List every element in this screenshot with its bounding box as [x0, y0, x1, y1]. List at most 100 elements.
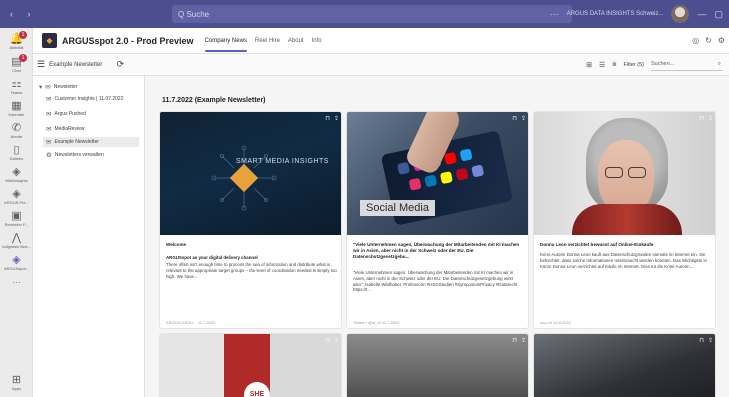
refresh-icon[interactable]: ↻ [705, 36, 712, 45]
maximize-icon[interactable]: ▢ [714, 9, 723, 20]
avatar[interactable] [671, 5, 690, 23]
rail-item-calls[interactable]: ✆ Anrufe [0, 122, 33, 139]
rail-item-chat[interactable]: ▤ 1 Chat [0, 54, 33, 73]
tab-company-news[interactable]: Company News [201, 28, 251, 54]
card-image[interactable]: ⊓ ⇪ [534, 334, 715, 397]
newsletter-selector[interactable]: Example Newsletter [49, 62, 102, 68]
rail-item-files[interactable]: ▯ Dateien [0, 144, 33, 161]
rail-item-tasks[interactable]: ⋀ Aufgaben Bea... [0, 232, 33, 249]
sync-icon[interactable]: ⟳ [116, 59, 124, 70]
rail-item-activity[interactable]: 🔔 1 Aktivität [0, 31, 33, 50]
share-icon[interactable]: ⇪ [521, 337, 526, 344]
more-apps-icon[interactable]: ··· [0, 278, 33, 287]
diamond-icon: ◈ [12, 166, 21, 178]
search-icon[interactable]: ⌕ [718, 61, 721, 68]
header-icons: ◎ ↻ ⚙ [692, 36, 725, 45]
card-title[interactable]: Donna Leon verzichtet bewusst auf Online… [540, 242, 711, 248]
search-field[interactable]: Suchen... ⌕ [651, 58, 723, 71]
tab-info[interactable]: Info [308, 28, 326, 54]
file-icon: ▯ [13, 144, 20, 156]
rail-item-calendar[interactable]: ▦ Kalender [0, 100, 33, 117]
card-image[interactable]: ⊓ ⇪ SHE [160, 334, 341, 397]
popout-icon[interactable]: ◎ [692, 36, 699, 45]
filter-button[interactable]: Filter (5) [624, 62, 644, 68]
tree-label: Argus Pushed [54, 111, 86, 117]
diamond-icon: ◈ [12, 188, 21, 200]
news-card[interactable]: ⊓ ⇪ [533, 333, 716, 397]
tab-about[interactable]: About [284, 28, 308, 54]
list-view-icon[interactable]: ☰ [599, 61, 605, 69]
rail-label: ARGUSspot... [3, 266, 30, 271]
image-caption: Social Media [360, 200, 435, 216]
share-icon[interactable]: ⇪ [334, 115, 339, 122]
bookmark-icon[interactable]: ⊓ [325, 115, 330, 122]
card-title[interactable]: "Viele Unternehmen sagen, Überwachung de… [353, 242, 524, 260]
global-search-input[interactable]: Q Suche [178, 10, 209, 19]
card-text: Krimi-Autorin Donna Leon kauft aus Daten… [540, 252, 707, 269]
card-title[interactable]: Welcome [166, 242, 337, 248]
bookmark-icon[interactable]: ⊓ [512, 115, 517, 122]
calendar-icon: ▦ [11, 100, 22, 112]
tree-root-newsletter[interactable]: ▾ ✉ Newsletter [39, 82, 77, 92]
share-icon[interactable]: ⇪ [521, 115, 526, 122]
toolbar: ☰ Example Newsletter ⟳ ⊞ ☰ ⩸ Filter (5) … [33, 54, 729, 76]
search-input[interactable]: Suchen... [651, 61, 674, 67]
chat-icon: ▤ [11, 56, 22, 68]
chevron-down-icon[interactable]: ▾ [39, 83, 42, 91]
grid-view-icon[interactable]: ⊞ [586, 61, 592, 69]
mail-icon: ✉ [46, 96, 52, 103]
share-icon[interactable]: ⇪ [708, 115, 713, 122]
more-options-icon[interactable]: ··· [550, 9, 559, 19]
toolbar-right: ⊞ ☰ ⩸ Filter (5) Suchen... ⌕ [586, 58, 723, 71]
share-icon[interactable]: ⇪ [708, 337, 713, 344]
rail-item-apps[interactable]: ⊞ Apps [0, 374, 33, 391]
app-tile [439, 171, 453, 185]
news-card[interactable]: ⊓ ⇪ SMART MEDIA INSIGHTS Welcome ARGUSsp… [159, 111, 342, 329]
card-image[interactable]: ⊓ ⇪ Social Media [347, 112, 528, 235]
tree-item-manage-newsletters[interactable]: ⚙ Newsletters verwalten [46, 150, 104, 160]
rail-item-argus-pre[interactable]: ◈ ARGUS Pre... [0, 188, 33, 205]
news-card[interactable]: ⊓ ⇪ [346, 333, 529, 397]
app-tile [443, 151, 458, 165]
settings-icon[interactable]: ⚙ [718, 36, 725, 45]
newsletter-content: 11.7.2022 (Example Newsletter) ⊓ ⇪ SMART… [146, 76, 729, 397]
rail-item-teams[interactable]: ⚏ Teams [0, 78, 33, 95]
filter-icon[interactable]: ⩸ [612, 61, 616, 69]
global-search-bar[interactable]: Q Suche [172, 5, 572, 23]
tree-item-example-newsletter[interactable]: ✉ Example Newsletter [43, 137, 139, 147]
rail-label: Aktivität [9, 45, 24, 50]
bookmark-icon[interactable]: ⊓ [699, 337, 704, 344]
app-tile [424, 174, 438, 188]
bell-icon: 🔔 [9, 33, 24, 45]
date-heading: 11.7.2022 (Example Newsletter) [162, 97, 266, 104]
account-name[interactable]: ARGUS DATA INSIGHTS Schweiz... [567, 11, 664, 17]
share-icon[interactable]: ⇪ [334, 337, 339, 344]
menu-icon[interactable]: ☰ [37, 59, 45, 70]
bookmark-icon[interactable]: ⊓ [699, 115, 704, 122]
card-image[interactable]: ⊓ ⇪ [534, 112, 715, 235]
minimize-icon[interactable]: — [697, 9, 706, 19]
card-image[interactable]: ⊓ ⇪ SMART MEDIA INSIGHTS [160, 112, 341, 235]
tab-reel-hire[interactable]: Reel Hire [251, 28, 284, 54]
news-card[interactable]: ⊓ ⇪ Social Media "Viele Unternehmen sage… [346, 111, 529, 329]
app-title: ARGUSspot 2.0 - Prod Preview [62, 35, 194, 46]
card-actions: ⊓ ⇪ [699, 337, 713, 344]
card-actions: ⊓ ⇪ [325, 337, 339, 344]
app-tile [408, 177, 422, 191]
rail-label: Wiki/insights [5, 178, 28, 183]
rail-item-wiki[interactable]: ◈ Wiki/insights [0, 166, 33, 183]
chat-badge: 1 [19, 54, 27, 62]
app-header: ◆ ARGUSspot 2.0 - Prod Preview Company N… [33, 28, 729, 54]
rail-item-argusspot[interactable]: ◈ ARGUSspot... [0, 254, 33, 271]
news-card[interactable]: ⊓ ⇪ Donna Leon verzichtet bewusst auf On… [533, 111, 716, 329]
news-card[interactable]: ⊓ ⇪ SHE [159, 333, 342, 397]
card-meta: nau.ch 14.8.2022 [540, 320, 571, 325]
rail-item-reminder[interactable]: ▣ Reminder F... [0, 210, 33, 227]
nav-arrows[interactable]: ‹ › [0, 9, 40, 19]
card-image[interactable]: ⊓ ⇪ [347, 334, 528, 397]
tree-item-customer-insights[interactable]: ✉ Customer Insights | 11.07.2022 [46, 94, 123, 104]
tree-item-argus-pushed[interactable]: ✉ Argus Pushed [46, 109, 86, 119]
bookmark-icon[interactable]: ⊓ [325, 337, 330, 344]
bookmark-icon[interactable]: ⊓ [512, 337, 517, 344]
tree-item-mediareview[interactable]: ✉ MediaReview [46, 124, 84, 134]
